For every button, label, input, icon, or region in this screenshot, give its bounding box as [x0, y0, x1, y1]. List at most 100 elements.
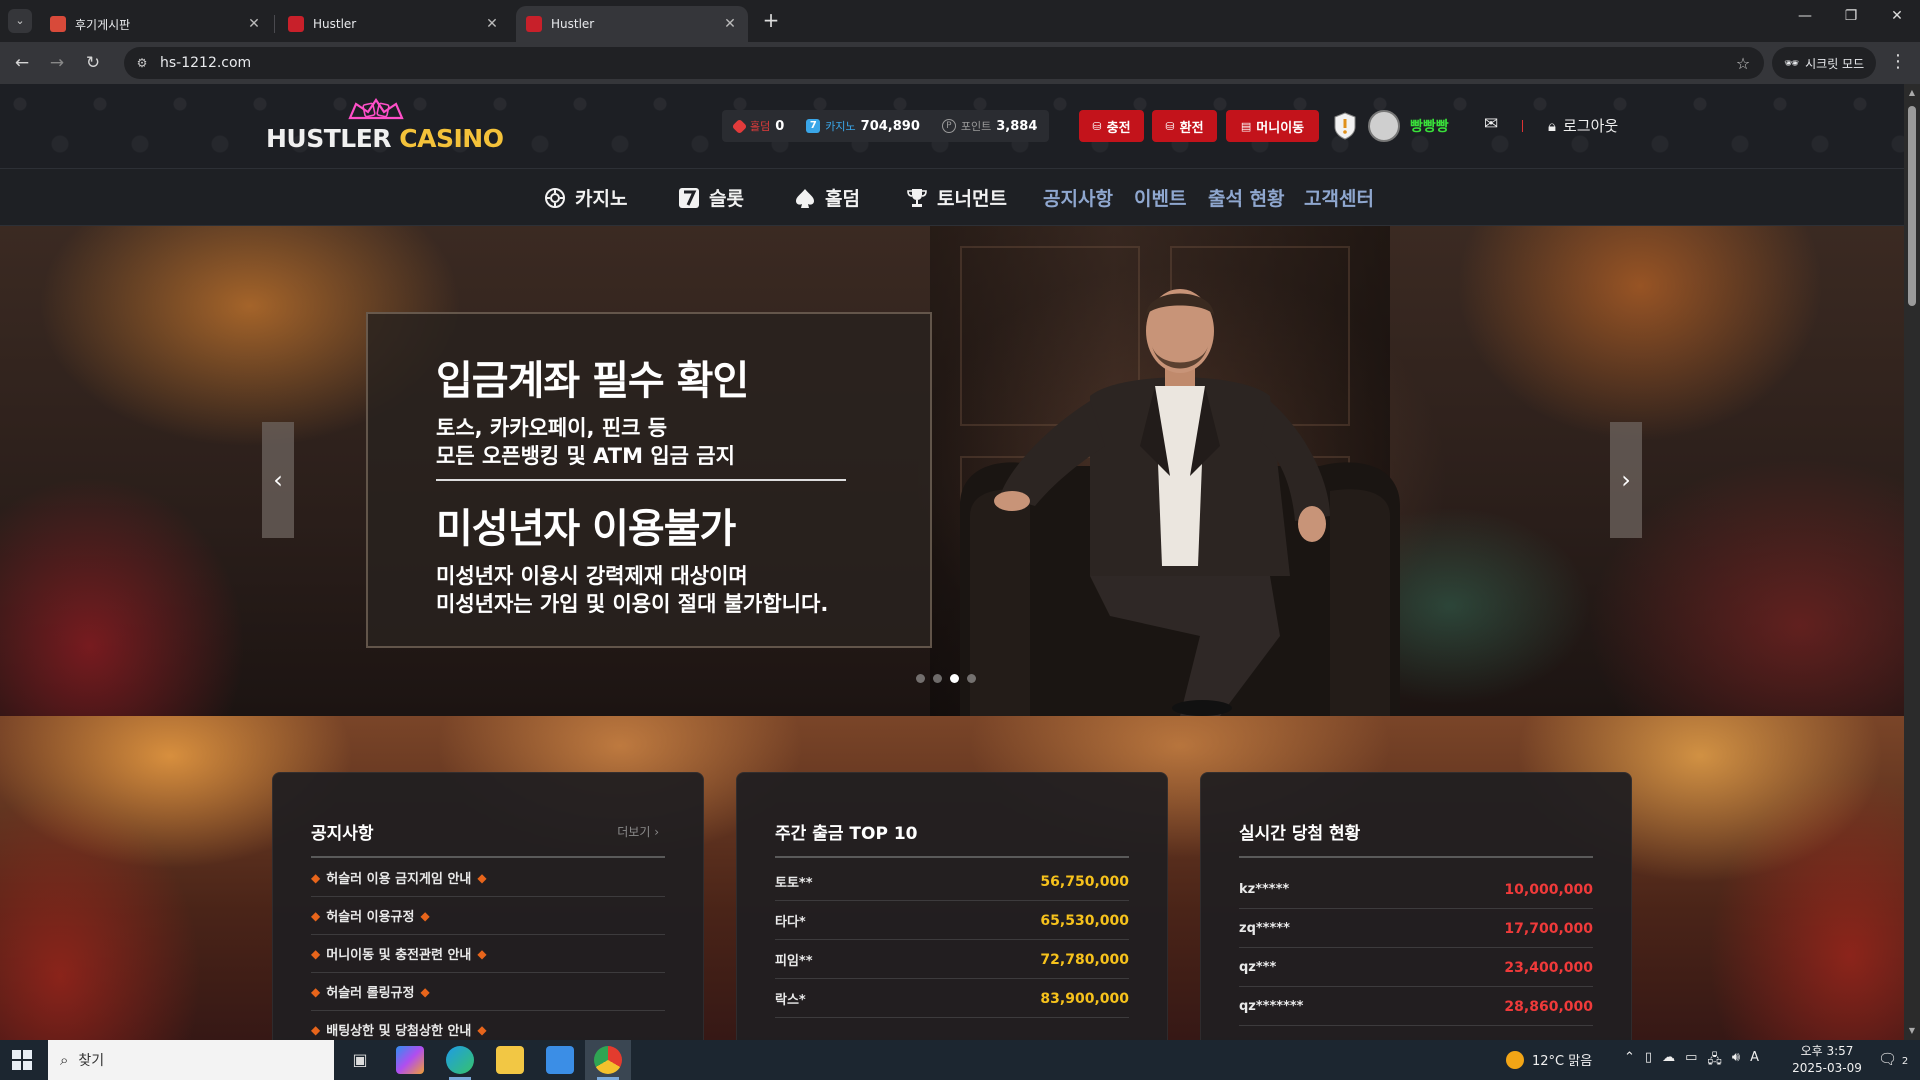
page-scrollbar[interactable]: ▲ ▼ — [1904, 84, 1920, 1040]
more-link-label: 더보기 — [617, 825, 651, 839]
network-icon[interactable]: 🖧︎ — [1707, 1050, 1722, 1072]
nav-holdem[interactable]: 홀덤 — [794, 184, 860, 211]
task-view-icon[interactable]: ▣ — [346, 1046, 374, 1074]
nav-slot-label: 슬롯 — [709, 188, 744, 210]
hustler-favicon-icon — [526, 16, 542, 32]
weather-widget[interactable]: 12°C 맑음 — [1506, 1050, 1592, 1069]
notice-item[interactable]: ◆ 허슬러 롤링규정 ◆ — [311, 973, 665, 1011]
banner-prev-button[interactable]: ‹ — [262, 422, 294, 538]
banner-headline-deposit: 입금계좌 필수 확인 — [436, 358, 749, 404]
taskbar-clock[interactable]: 오후 3:57 2025-03-09 — [1792, 1043, 1862, 1077]
tray-app-icon[interactable]: ▯ — [1645, 1050, 1652, 1072]
notification-center-icon[interactable]: 🗨︎ 2 — [1878, 1050, 1908, 1068]
notice-item[interactable]: ◆ 허슬러 이용규정 ◆ — [311, 897, 665, 935]
point-balance: P 포인트 3,884 — [941, 118, 1037, 134]
nav-tournament-label: 토너먼트 — [937, 188, 1007, 210]
tab-close-icon[interactable]: ✕ — [246, 16, 262, 32]
nav-event[interactable]: 이벤트 — [1134, 184, 1186, 211]
url-text[interactable]: hs-1212.com — [160, 55, 1730, 71]
banner-notice-box: 입금계좌 필수 확인 토스, 카카오페이, 핀크 등 모든 오픈뱅킹 및 ATM… — [366, 312, 932, 648]
forward-arrow-icon[interactable]: → — [45, 51, 69, 75]
browser-tab[interactable]: 후기게시판 ✕ — [40, 6, 272, 42]
display-icon[interactable]: ▭ — [1685, 1050, 1697, 1072]
diamond-icon: ◆ — [477, 946, 487, 961]
slot-seven-icon — [679, 187, 699, 208]
user-name: qz*** — [1239, 960, 1277, 975]
chrome-icon[interactable] — [594, 1046, 622, 1074]
main-nav: 카지노 슬롯 홀덤 토너먼트 공지사항 이벤트 출석 현황 고객센터 — [0, 168, 1904, 226]
notice-item[interactable]: ◆ 배팅상한 및 당첨상한 안내 ◆ — [311, 1011, 665, 1040]
minimize-icon[interactable]: — — [1790, 8, 1820, 24]
restore-icon[interactable]: ❐ — [1836, 8, 1866, 24]
nav-attendance[interactable]: 출석 현황 — [1208, 184, 1285, 211]
weekly-withdraw-card: 주간 출금 TOP 10 토토** 56,750,000 타다* 65,530,… — [736, 772, 1168, 1040]
banner-dot[interactable] — [916, 674, 925, 683]
banner-next-button[interactable]: › — [1610, 422, 1642, 538]
incognito-indicator[interactable]: 🕶 시크릿 모드 — [1772, 47, 1876, 79]
withdraw-amount: 72,780,000 — [1040, 951, 1129, 968]
diamond-icon: ◆ — [420, 908, 430, 923]
banner-dot[interactable] — [967, 674, 976, 683]
browser-tab[interactable]: Hustler ✕ — [278, 6, 510, 42]
table-row: 락스* 83,900,000 — [775, 980, 1129, 1018]
win-amount: 28,860,000 — [1504, 998, 1593, 1015]
microsoft-store-icon[interactable] — [546, 1046, 574, 1074]
scrollbar-thumb[interactable] — [1908, 106, 1916, 306]
balance-bar: 홀덤 0 7 카지노 704,890 P 포인트 3,884 — [722, 110, 1050, 142]
browser-menu-icon[interactable]: ⋮ — [1888, 51, 1908, 72]
tab-search-chevron-icon[interactable]: ⌄ — [8, 9, 32, 33]
chevron-up-icon[interactable]: ⌃ — [1624, 1050, 1635, 1072]
card-divider — [1239, 856, 1593, 858]
hand-money-icon: ⛁ — [1165, 119, 1175, 133]
logout-button[interactable]: 🔒︎ 로그아웃 — [1548, 115, 1618, 136]
browser-tab-active[interactable]: Hustler ✕ — [516, 6, 748, 42]
taskbar-search[interactable]: ⌕ 찾기 — [48, 1040, 334, 1080]
reload-icon[interactable]: ↻ — [81, 51, 105, 75]
withdraw-button[interactable]: ⛁ 환전 — [1152, 110, 1217, 142]
notice-item[interactable]: ◆ 허슬러 이용 금지게임 안내 ◆ — [311, 859, 665, 897]
diamond-icon: ◆ — [477, 870, 487, 885]
notification-count: 2 — [1901, 1056, 1909, 1067]
nav-notice[interactable]: 공지사항 — [1043, 184, 1113, 211]
logo-word-hustler: HUSTLER — [266, 124, 392, 153]
lock-icon: 🔒︎ — [1548, 116, 1556, 135]
close-window-icon[interactable]: ✕ — [1882, 8, 1912, 24]
incognito-label: 시크릿 모드 — [1805, 56, 1865, 71]
more-link[interactable]: 더보기 › — [617, 823, 659, 840]
nav-slot[interactable]: 슬롯 — [678, 184, 744, 211]
edge-browser-icon[interactable] — [446, 1046, 474, 1074]
user-name: 타다* — [775, 915, 806, 930]
copilot-icon[interactable] — [396, 1046, 424, 1074]
windows-start-icon[interactable] — [12, 1050, 32, 1070]
logo-word-casino: CASINO — [399, 124, 504, 153]
win-amount: 10,000,000 — [1504, 881, 1593, 898]
nav-customer-center[interactable]: 고객센터 — [1304, 184, 1374, 211]
banner-dot-active[interactable] — [950, 674, 959, 683]
table-row: 토토** 56,750,000 — [775, 863, 1129, 901]
volume-icon[interactable]: 🔊︎ — [1732, 1050, 1740, 1072]
nav-notice-label: 공지사항 — [1043, 188, 1113, 210]
site-info-icon[interactable]: ⚙ — [132, 56, 152, 70]
file-explorer-icon[interactable] — [496, 1046, 524, 1074]
nickname[interactable]: 빵빵빵 — [1410, 116, 1449, 136]
scroll-down-icon[interactable]: ▼ — [1907, 1026, 1917, 1035]
ime-indicator[interactable]: A — [1750, 1050, 1759, 1072]
new-tab-button[interactable]: + — [758, 8, 784, 34]
nav-tournament[interactable]: 토너먼트 — [906, 184, 1007, 211]
banner-dot[interactable] — [933, 674, 942, 683]
address-bar[interactable]: ⚙ hs-1212.com ☆ — [124, 47, 1764, 79]
tab-close-icon[interactable]: ✕ — [484, 16, 500, 32]
hustler-casino-logo[interactable]: HUSTLER CASINO — [266, 98, 504, 158]
scroll-up-icon[interactable]: ▲ — [1907, 88, 1917, 97]
onedrive-icon[interactable]: ☁ — [1662, 1050, 1675, 1072]
banner-pagination — [916, 674, 976, 683]
back-arrow-icon[interactable]: ← — [10, 51, 34, 75]
avatar[interactable] — [1368, 110, 1400, 142]
deposit-button[interactable]: ⛁ 충전 — [1079, 110, 1144, 142]
notice-item[interactable]: ◆ 머니이동 및 충전관련 안내 ◆ — [311, 935, 665, 973]
bookmark-star-icon[interactable]: ☆ — [1730, 54, 1756, 73]
money-transfer-button[interactable]: ▤ 머니이동 — [1226, 110, 1319, 142]
mail-icon[interactable]: ✉ — [1480, 114, 1502, 136]
nav-casino[interactable]: 카지노 — [544, 184, 627, 211]
tab-close-icon[interactable]: ✕ — [722, 16, 738, 32]
